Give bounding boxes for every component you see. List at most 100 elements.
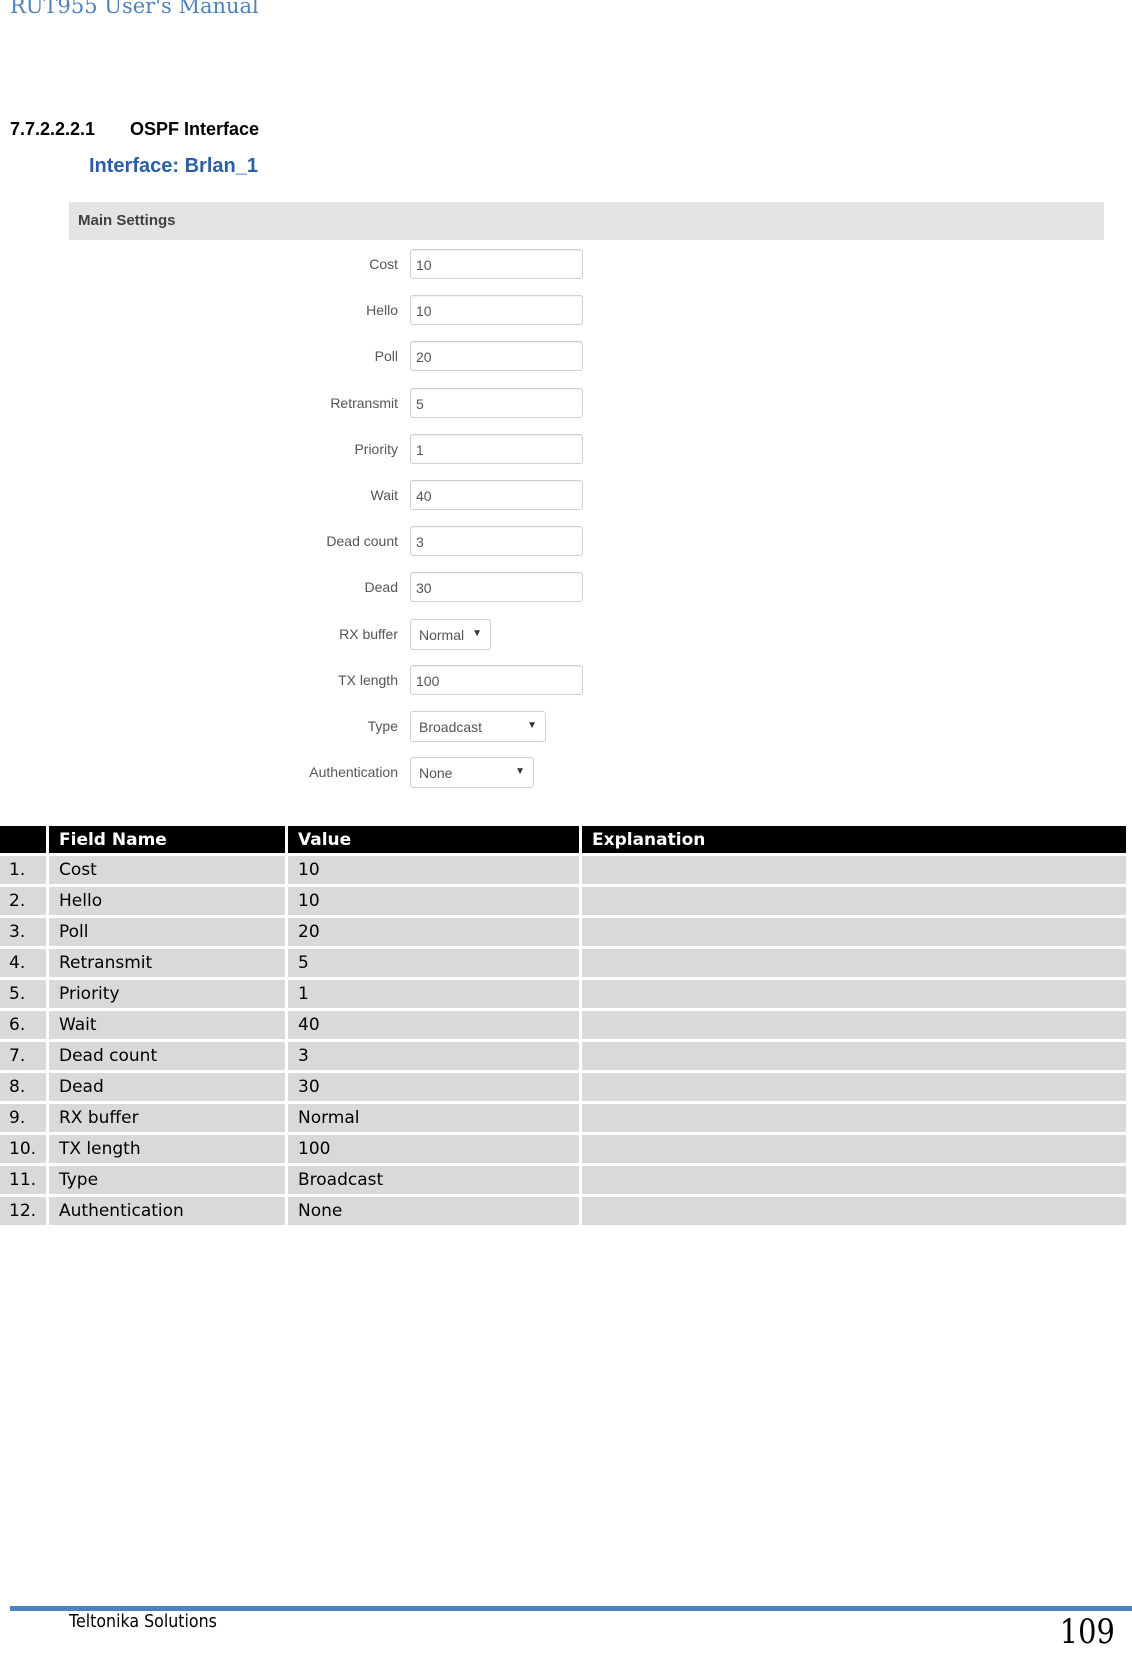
dropdown-arrow-icon: ▼ (472, 628, 482, 639)
authentication-selected-value: None (419, 765, 453, 781)
explanation-cell (582, 887, 1126, 915)
field-name-cell: RX buffer (49, 1104, 285, 1132)
form-row-retransmit: Retransmit 5 (0, 388, 1132, 420)
form-row-rx-buffer: RX buffer Normal ▼ (0, 619, 1132, 651)
explanation-cell (582, 1104, 1126, 1132)
explanation-cell (582, 918, 1126, 946)
value-cell: 30 (288, 1073, 579, 1101)
wait-label: Wait (370, 487, 398, 503)
field-table: Field Name Value Explanation 1. Cost 10 2. H… (0, 823, 1129, 1228)
form-row-hello: Hello 10 (0, 295, 1132, 327)
table-row: 8. Dead 30 (0, 1073, 1126, 1101)
rx-buffer-selected-value: Normal (419, 627, 465, 643)
table-row: 12. Authentication None (0, 1197, 1126, 1225)
dead-label: Dead (364, 579, 398, 595)
hello-label: Hello (366, 302, 398, 318)
wait-input[interactable]: 40 (410, 480, 583, 510)
row-number: 12. (0, 1197, 46, 1225)
form-row-tx-length: TX length 100 (0, 665, 1132, 697)
explanation-cell (582, 1166, 1126, 1194)
main-settings-panel-header: Main Settings (69, 202, 1104, 240)
type-label: Type (367, 718, 398, 734)
dead-count-label: Dead count (326, 533, 398, 549)
dropdown-arrow-icon: ▼ (515, 766, 525, 777)
poll-input[interactable]: 20 (410, 341, 583, 371)
field-name-cell: Poll (49, 918, 285, 946)
form-row-cost: Cost 10 (0, 249, 1132, 281)
dead-count-input[interactable]: 3 (410, 526, 583, 556)
main-settings-title: Main Settings (78, 212, 176, 229)
value-cell: 10 (288, 856, 579, 884)
table-row: 5. Priority 1 (0, 980, 1126, 1008)
document-header-title: RUT955 User's Manual (10, 0, 259, 18)
section-title: OSPF Interface (130, 119, 260, 139)
field-name-cell: Hello (49, 887, 285, 915)
explanation-cell (582, 1197, 1126, 1225)
field-name-cell: Dead count (49, 1042, 285, 1070)
form-row-priority: Priority 1 (0, 434, 1132, 466)
cost-input[interactable]: 10 (410, 249, 583, 279)
explanation-cell (582, 856, 1126, 884)
form-row-wait: Wait 40 (0, 480, 1132, 512)
field-name-cell: Priority (49, 980, 285, 1008)
table-row: 10. TX length 100 (0, 1135, 1126, 1163)
table-row: 6. Wait 40 (0, 1011, 1126, 1039)
form-row-poll: Poll 20 (0, 341, 1132, 373)
tx-length-input[interactable]: 100 (410, 665, 583, 695)
explanation-cell (582, 1073, 1126, 1101)
value-cell: 5 (288, 949, 579, 977)
explanation-cell (582, 1042, 1126, 1070)
row-number: 10. (0, 1135, 46, 1163)
row-number: 6. (0, 1011, 46, 1039)
table-row: 2. Hello 10 (0, 887, 1126, 915)
field-name-cell: Wait (49, 1011, 285, 1039)
row-number: 11. (0, 1166, 46, 1194)
field-name-cell: Type (49, 1166, 285, 1194)
header-value: Value (288, 826, 579, 853)
section-heading: 7.7.2.2.2.1 OSPF Interface (10, 119, 259, 140)
authentication-select[interactable]: None ▼ (410, 757, 534, 788)
priority-input[interactable]: 1 (410, 434, 583, 464)
value-cell: 1 (288, 980, 579, 1008)
form-row-dead: Dead 30 (0, 572, 1132, 604)
dead-input[interactable]: 30 (410, 572, 583, 602)
row-number: 9. (0, 1104, 46, 1132)
row-number: 7. (0, 1042, 46, 1070)
value-cell: None (288, 1197, 579, 1225)
header-field-name: Field Name (49, 826, 285, 853)
row-number: 8. (0, 1073, 46, 1101)
value-cell: Broadcast (288, 1166, 579, 1194)
cost-label: Cost (369, 256, 398, 272)
field-name-cell: Cost (49, 856, 285, 884)
table-row: 4. Retransmit 5 (0, 949, 1126, 977)
field-name-cell: TX length (49, 1135, 285, 1163)
value-cell: 10 (288, 887, 579, 915)
row-number: 4. (0, 949, 46, 977)
authentication-label: Authentication (309, 764, 398, 780)
row-number: 1. (0, 856, 46, 884)
interface-title: Interface: Brlan_1 (89, 155, 258, 177)
rx-buffer-select[interactable]: Normal ▼ (410, 619, 491, 650)
footer-company: Teltonika Solutions (69, 1611, 217, 1632)
form-row-type: Type Broadcast ▼ (0, 711, 1132, 743)
section-number: 7.7.2.2.2.1 (10, 119, 96, 139)
table-header-row: Field Name Value Explanation (0, 826, 1126, 853)
explanation-cell (582, 1135, 1126, 1163)
type-select[interactable]: Broadcast ▼ (410, 711, 546, 742)
field-name-cell: Dead (49, 1073, 285, 1101)
row-number: 5. (0, 980, 46, 1008)
retransmit-input[interactable]: 5 (410, 388, 583, 418)
explanation-cell (582, 949, 1126, 977)
field-name-cell: Retransmit (49, 949, 285, 977)
hello-input[interactable]: 10 (410, 295, 583, 325)
header-number (0, 826, 46, 853)
form-row-dead-count: Dead count 3 (0, 526, 1132, 558)
value-cell: 20 (288, 918, 579, 946)
table-row: 3. Poll 20 (0, 918, 1126, 946)
form-row-authentication: Authentication None ▼ (0, 757, 1132, 789)
table-row: 9. RX buffer Normal (0, 1104, 1126, 1132)
table-row: 11. Type Broadcast (0, 1166, 1126, 1194)
field-name-cell: Authentication (49, 1197, 285, 1225)
value-cell: 40 (288, 1011, 579, 1039)
row-number: 2. (0, 887, 46, 915)
